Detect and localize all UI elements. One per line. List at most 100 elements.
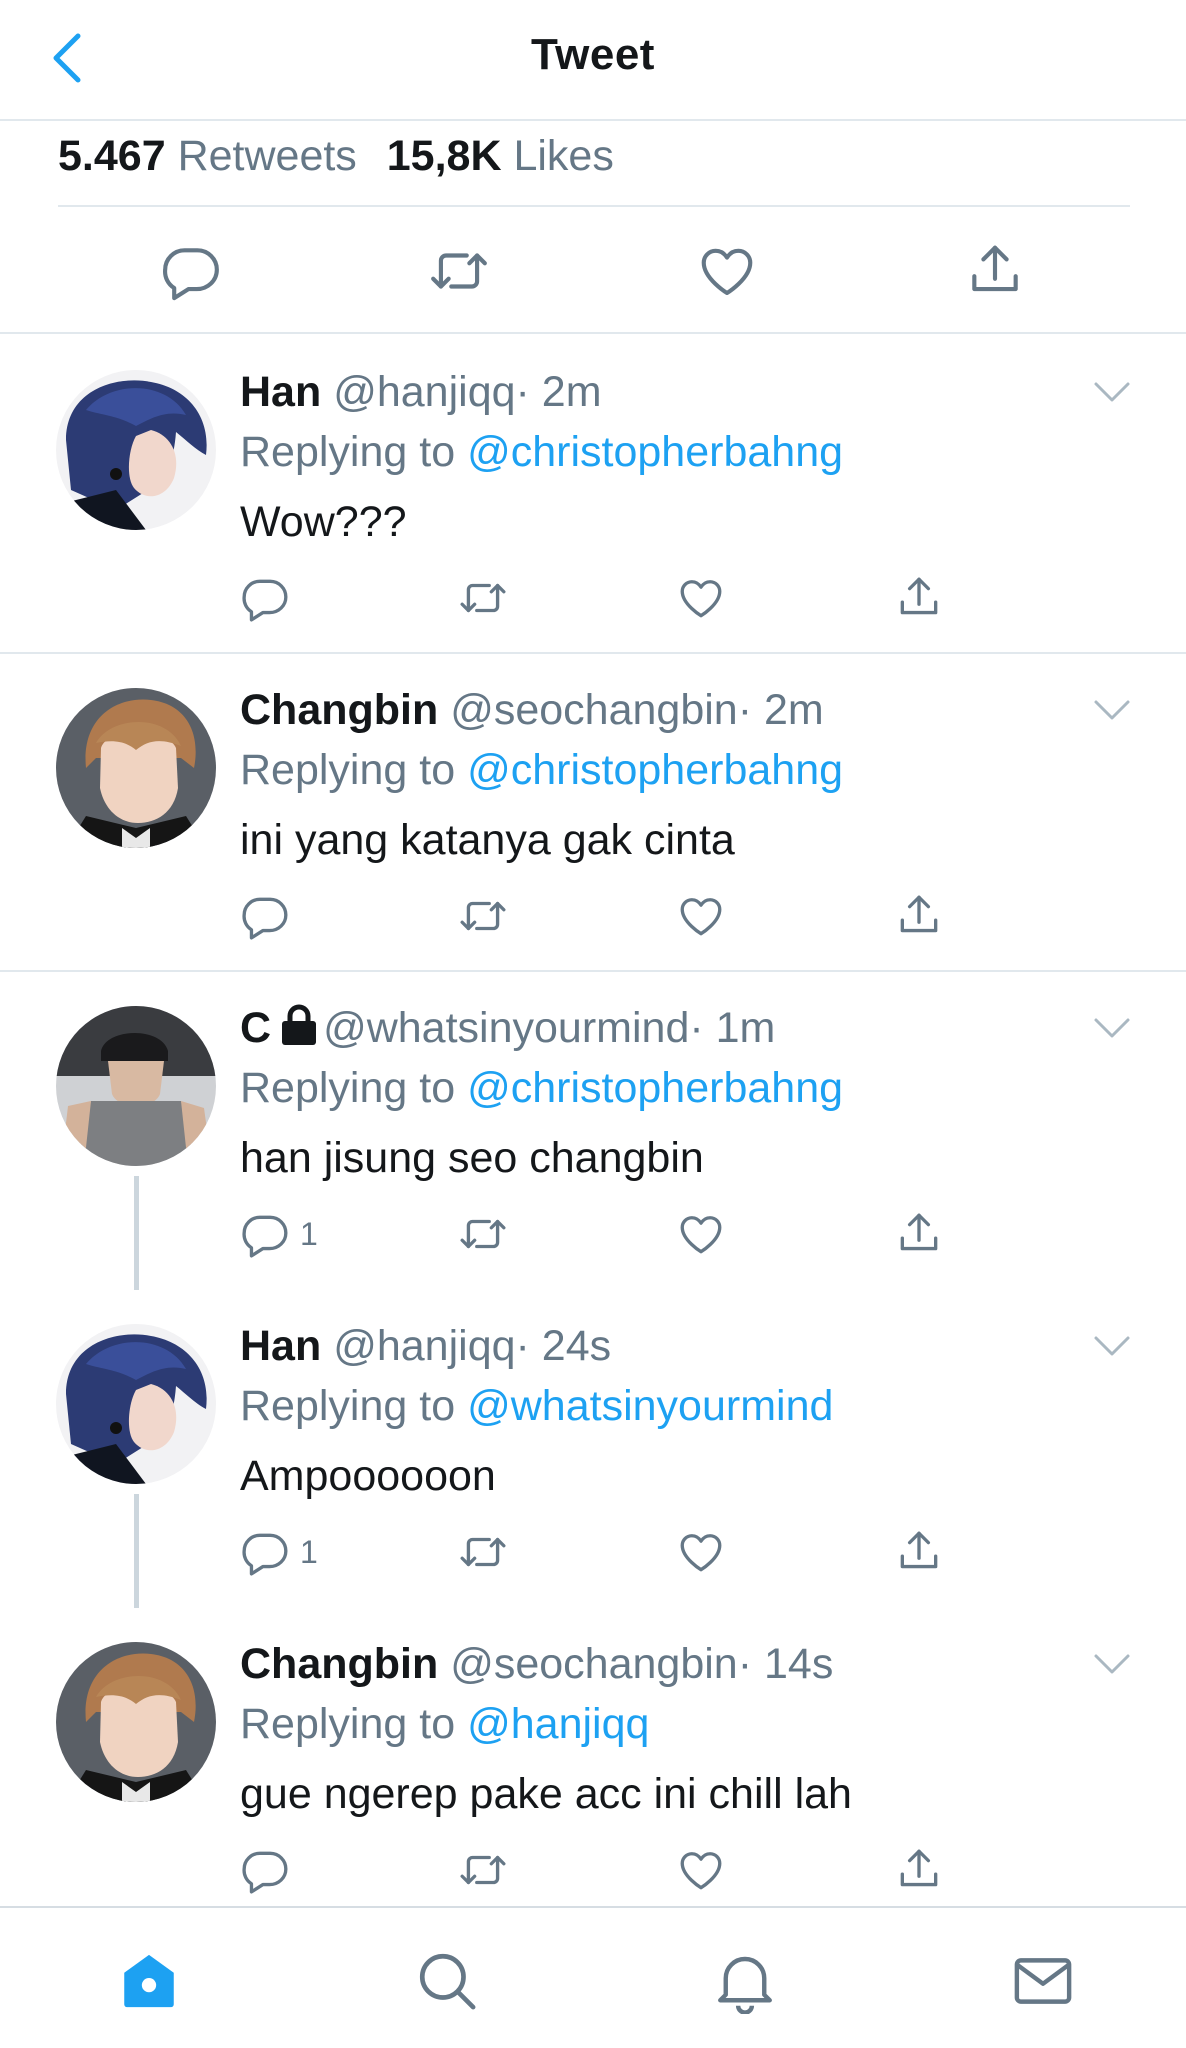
share-button[interactable] — [894, 1842, 944, 1898]
like-button[interactable] — [676, 1206, 726, 1262]
display-name[interactable]: Han — [240, 1322, 321, 1370]
avatar[interactable] — [56, 1642, 216, 1802]
retweet-icon — [458, 1209, 508, 1259]
chevron-down-icon[interactable] — [1092, 696, 1132, 724]
like-button[interactable] — [676, 1842, 726, 1898]
thread-connector — [134, 1494, 139, 1608]
mention-link[interactable]: @whatsinyourmind — [467, 1382, 833, 1430]
reply-tweet[interactable]: Changbin @seochangbin· 14s Replying to @… — [0, 1608, 1186, 1906]
user-handle[interactable]: @seochangbin — [450, 1640, 738, 1688]
retweet-button[interactable] — [458, 570, 508, 626]
timestamp: · 2m — [515, 368, 602, 416]
mention-link[interactable]: @christopherbahng — [467, 1064, 843, 1112]
page-title: Tweet — [531, 30, 655, 79]
chevron-down-icon[interactable] — [1092, 1014, 1132, 1042]
retweet-button[interactable] — [458, 1842, 508, 1898]
lock-icon — [282, 1004, 317, 1045]
reply-button[interactable] — [240, 1842, 300, 1898]
reply-count: 1 — [300, 1533, 318, 1570]
retweet-button[interactable] — [458, 1206, 508, 1262]
display-name[interactable]: Changbin — [240, 686, 438, 734]
like-icon — [676, 1845, 726, 1895]
avatar[interactable] — [56, 370, 216, 530]
retweet-button[interactable] — [458, 888, 508, 944]
top-bar: Tweet — [0, 0, 1186, 121]
mention-link[interactable]: @hanjiqq — [467, 1700, 649, 1748]
likes-count[interactable]: 15,8K — [387, 132, 502, 180]
chevron-down-icon[interactable] — [1092, 378, 1132, 406]
retweets-label[interactable]: Retweets — [178, 132, 357, 180]
share-button[interactable] — [894, 570, 944, 626]
like-icon — [676, 1209, 726, 1259]
avatar[interactable] — [56, 688, 216, 848]
reply-tweet[interactable]: Han @hanjiqq· 2m Replying to @christophe… — [0, 336, 1186, 654]
tweet-actions — [240, 888, 960, 944]
reply-tweet[interactable]: C @whatsinyourmind· 1m Replying to @chris… — [0, 972, 1186, 1290]
tweet-actions — [240, 1842, 960, 1898]
reply-icon — [240, 891, 290, 941]
retweet-icon — [458, 1527, 508, 1577]
timestamp: · 1m — [689, 1004, 776, 1052]
display-name[interactable]: C — [240, 1004, 271, 1052]
share-icon — [894, 1845, 944, 1895]
timestamp: · 24s — [515, 1322, 612, 1370]
share-icon — [894, 1527, 944, 1577]
avatar[interactable] — [56, 1006, 216, 1166]
user-handle[interactable]: @whatsinyourmind — [323, 1004, 689, 1052]
retweet-icon — [458, 891, 508, 941]
user-handle[interactable]: @hanjiqq — [333, 1322, 515, 1370]
share-icon — [894, 891, 944, 941]
mention-link[interactable]: @christopherbahng — [467, 746, 843, 794]
tweet-stats: 5.467 Retweets 15,8K Likes — [58, 122, 1130, 207]
share-button[interactable] — [894, 1524, 944, 1580]
mail-icon[interactable] — [1010, 1948, 1076, 2014]
tweet-actions: 1 — [240, 1524, 960, 1580]
tweet-text: ini yang katanya gak cinta — [240, 816, 735, 864]
reply-button[interactable] — [240, 888, 300, 944]
avatar[interactable] — [56, 1324, 216, 1484]
reply-icon[interactable] — [160, 240, 222, 302]
reply-button[interactable] — [240, 570, 300, 626]
share-button[interactable] — [894, 888, 944, 944]
chevron-down-icon[interactable] — [1092, 1332, 1132, 1360]
retweet-button[interactable] — [458, 1524, 508, 1580]
search-icon[interactable] — [414, 1948, 480, 2014]
timestamp: · 14s — [737, 1640, 834, 1688]
like-icon[interactable] — [696, 240, 758, 302]
like-icon — [676, 573, 726, 623]
tweet-text: Wow??? — [240, 498, 407, 546]
tweet-text: han jisung seo changbin — [240, 1134, 704, 1182]
like-button[interactable] — [676, 570, 726, 626]
reply-button[interactable]: 1 — [240, 1524, 318, 1580]
timestamp: · 2m — [737, 686, 824, 734]
retweet-icon[interactable] — [428, 240, 490, 302]
share-icon — [894, 1209, 944, 1259]
like-button[interactable] — [676, 888, 726, 944]
share-button[interactable] — [894, 1206, 944, 1262]
user-handle[interactable]: @hanjiqq — [333, 368, 515, 416]
user-handle[interactable]: @seochangbin — [450, 686, 738, 734]
tweet-actions — [240, 570, 960, 626]
retweets-count[interactable]: 5.467 — [58, 132, 166, 180]
reply-tweet[interactable]: Changbin @seochangbin· 2m Replying to @c… — [0, 654, 1186, 972]
display-name[interactable]: Han — [240, 368, 321, 416]
bell-icon[interactable] — [712, 1948, 778, 2014]
like-icon — [676, 891, 726, 941]
display-name[interactable]: Changbin — [240, 1640, 438, 1688]
like-button[interactable] — [676, 1524, 726, 1580]
replying-to-label: Replying to — [240, 746, 456, 794]
reply-icon — [240, 1209, 290, 1259]
home-icon[interactable] — [116, 1948, 182, 2014]
thread-connector — [134, 1176, 139, 1290]
likes-label[interactable]: Likes — [513, 132, 613, 180]
retweet-icon — [458, 573, 508, 623]
mention-link[interactable]: @christopherbahng — [467, 428, 843, 476]
reply-icon — [240, 1527, 290, 1577]
reply-count: 1 — [300, 1215, 318, 1252]
reply-button[interactable]: 1 — [240, 1206, 318, 1262]
share-icon[interactable] — [964, 240, 1026, 302]
chevron-down-icon[interactable] — [1092, 1650, 1132, 1678]
replying-to-label: Replying to — [240, 1064, 456, 1112]
tweet-actions: 1 — [240, 1206, 960, 1262]
reply-tweet[interactable]: Han @hanjiqq· 24s Replying to @whatsinyo… — [0, 1290, 1186, 1608]
